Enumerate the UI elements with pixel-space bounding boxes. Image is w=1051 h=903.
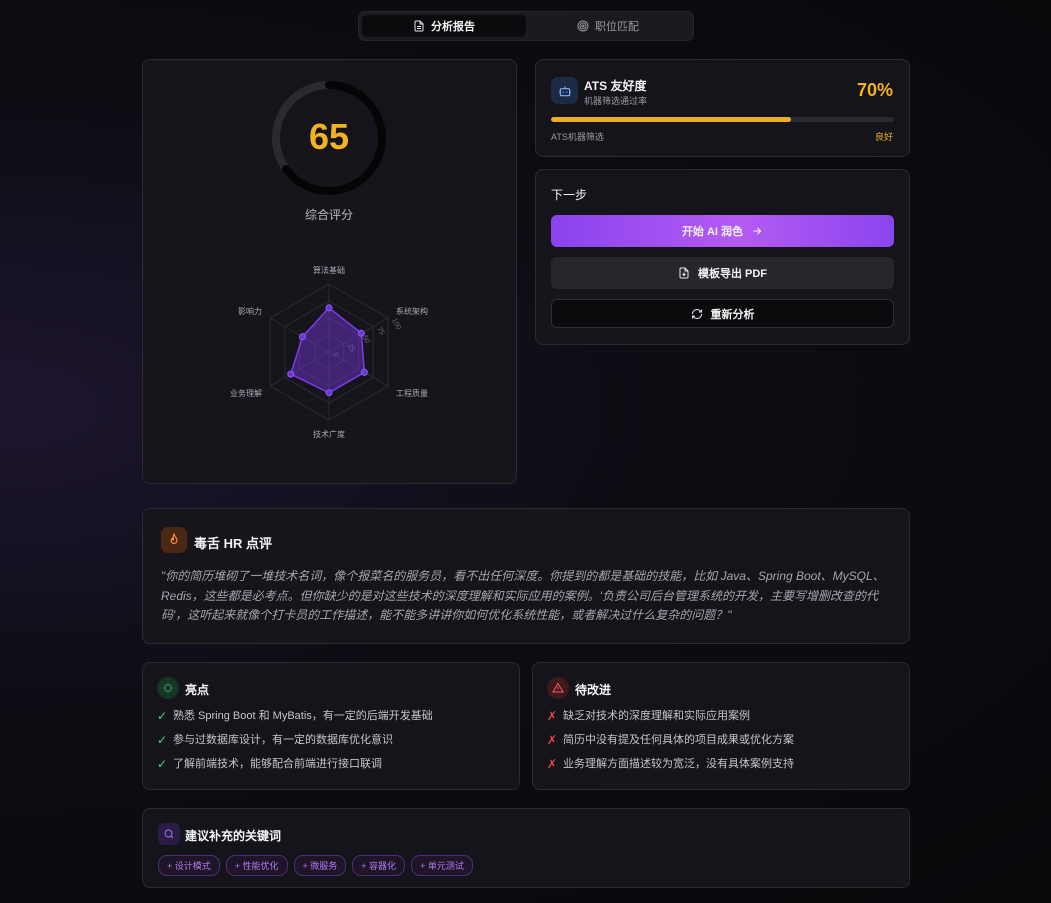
flame-icon — [161, 527, 187, 553]
start-ai-polish-button[interactable]: 开始 AI 润色 — [551, 215, 894, 247]
ats-left-label: ATS机器筛选 — [551, 132, 604, 142]
score-card: 65 综合评分 0255075100算法基础系统架构工程质量技术广度业务理解影响… — [142, 59, 517, 484]
keyword-chip[interactable]: + 微服务 — [293, 855, 347, 876]
keywords-title: 建议补充的关键词 — [185, 829, 282, 843]
score-value: 65 — [308, 116, 350, 157]
report-tabs: 分析报告 职位匹配 — [358, 11, 694, 41]
x-icon: ✗ — [547, 757, 558, 771]
list-item: ✗ 简历中没有提及任何具体的项目成果或优化方案 — [547, 733, 794, 747]
radar-point — [298, 333, 306, 341]
refresh-icon — [691, 308, 702, 319]
score-label: 综合评分 — [304, 208, 353, 222]
ats-percent: 70% — [856, 80, 893, 100]
warning-icon — [547, 677, 569, 699]
highlights-title: 亮点 — [185, 683, 210, 697]
radar-tick-label: 100 — [390, 318, 402, 332]
next-steps-card: 下一步 开始 AI 润色 模板导出 PDF 重新分析 — [535, 169, 910, 345]
tab-analysis-report[interactable]: 分析报告 — [362, 15, 526, 37]
arrow-right-icon — [753, 227, 762, 235]
keyword-chip[interactable]: + 性能优化 — [225, 855, 288, 876]
radar-point — [325, 389, 333, 397]
sparkles-icon — [157, 677, 179, 699]
list-item: ✓ 参与过数据库设计，有一定的数据库优化意识 — [157, 733, 393, 747]
keywords-card: 建议补充的关键词 + 设计模式 + 性能优化 + 微服务 + 容器化 + 单元测… — [142, 808, 910, 888]
radar-axis-label: 影响力 — [238, 306, 262, 316]
bot-icon — [551, 77, 578, 104]
keyword-chip[interactable]: + 容器化 — [352, 855, 406, 876]
radar-axis-label: 算法基础 — [313, 265, 345, 275]
x-icon: ✗ — [547, 709, 558, 723]
list-item: ✗ 业务理解方面描述较为宽泛，没有具体案例支持 — [547, 757, 794, 771]
radar-axis-label: 系统架构 — [396, 306, 428, 316]
ats-title: ATS 友好度 — [584, 79, 647, 93]
tab-label: 分析报告 — [431, 21, 475, 33]
tab-label: 职位匹配 — [595, 21, 639, 33]
radar-series-area — [289, 306, 366, 394]
radar-point — [360, 368, 368, 376]
radar-axis-label: 工程质量 — [396, 388, 428, 398]
radar-chart: 0255075100算法基础系统架构工程质量技术广度业务理解影响力 — [230, 265, 428, 439]
ats-rating: 良好 — [874, 132, 893, 142]
improvements-title: 待改进 — [575, 683, 612, 697]
keyword-chip[interactable]: + 单元测试 — [411, 855, 473, 876]
export-pdf-button[interactable]: 模板导出 PDF — [551, 257, 894, 289]
hr-review-text: "你的简历堆砌了一堆技术名词，像个报菜名的服务员，看不出任何深度。你提到的都是基… — [161, 569, 885, 622]
ats-progress-fill — [551, 117, 792, 122]
improvements-card: 待改进 ✗ 缺乏对技术的深度理解和实际应用案例 ✗ 简历中没有提及任何具体的项目成果… — [532, 662, 910, 790]
keyword-chips: + 设计模式 + 性能优化 + 微服务 + 容器化 + 单元测试 — [158, 855, 473, 876]
check-icon: ✓ — [157, 709, 168, 723]
keyword-chip[interactable]: + 设计模式 — [158, 855, 220, 876]
tab-job-match[interactable]: 职位匹配 — [526, 15, 690, 37]
radar-point — [357, 329, 365, 337]
radar-point — [287, 370, 295, 378]
file-download-icon — [679, 267, 689, 279]
ats-card: ATS 友好度 机器筛选通过率 70% ATS机器筛选 良好 — [535, 59, 910, 157]
button-label: 重新分析 — [710, 308, 755, 321]
radar-tick-label: 75 — [375, 326, 385, 336]
hr-review-title: 毒舌 HR 点评 — [194, 536, 273, 551]
highlights-card: 亮点 ✓ 熟悉 Spring Boot 和 MyBatis，有一定的后端开发基础 … — [142, 662, 520, 790]
file-text-icon — [414, 20, 424, 32]
button-label: 开始 AI 润色 — [681, 226, 744, 238]
button-label: 模板导出 PDF — [697, 268, 768, 280]
radar-axis-label: 业务理解 — [230, 388, 262, 398]
reanalyze-button[interactable]: 重新分析 — [551, 299, 894, 328]
radar-point — [325, 304, 333, 312]
ats-subtitle: 机器筛选通过率 — [584, 96, 648, 106]
highlights-list: ✓ 熟悉 Spring Boot 和 MyBatis，有一定的后端开发基础 ✓ 参与… — [157, 709, 433, 781]
check-icon: ✓ — [157, 733, 168, 747]
hr-review-card: 毒舌 HR 点评 "你的简历堆砌了一堆技术名词，像个报菜名的服务员，看不出任何深… — [142, 508, 910, 644]
search-icon — [158, 823, 180, 845]
list-item: ✓ 熟悉 Spring Boot 和 MyBatis，有一定的后端开发基础 — [157, 709, 433, 723]
x-icon: ✗ — [547, 733, 558, 747]
list-item: ✗ 缺乏对技术的深度理解和实际应用案例 — [547, 709, 750, 723]
check-icon: ✓ — [157, 757, 168, 771]
radar-axis-label: 技术广度 — [313, 429, 345, 439]
ats-progress-bar — [551, 117, 894, 122]
list-item: ✓ 了解前端技术，能够配合前端进行接口联调 — [157, 757, 382, 771]
improvements-list: ✗ 缺乏对技术的深度理解和实际应用案例 ✗ 简历中没有提及任何具体的项目成果或优化方… — [547, 709, 794, 781]
next-steps-title: 下一步 — [551, 188, 588, 202]
target-icon — [577, 20, 589, 32]
